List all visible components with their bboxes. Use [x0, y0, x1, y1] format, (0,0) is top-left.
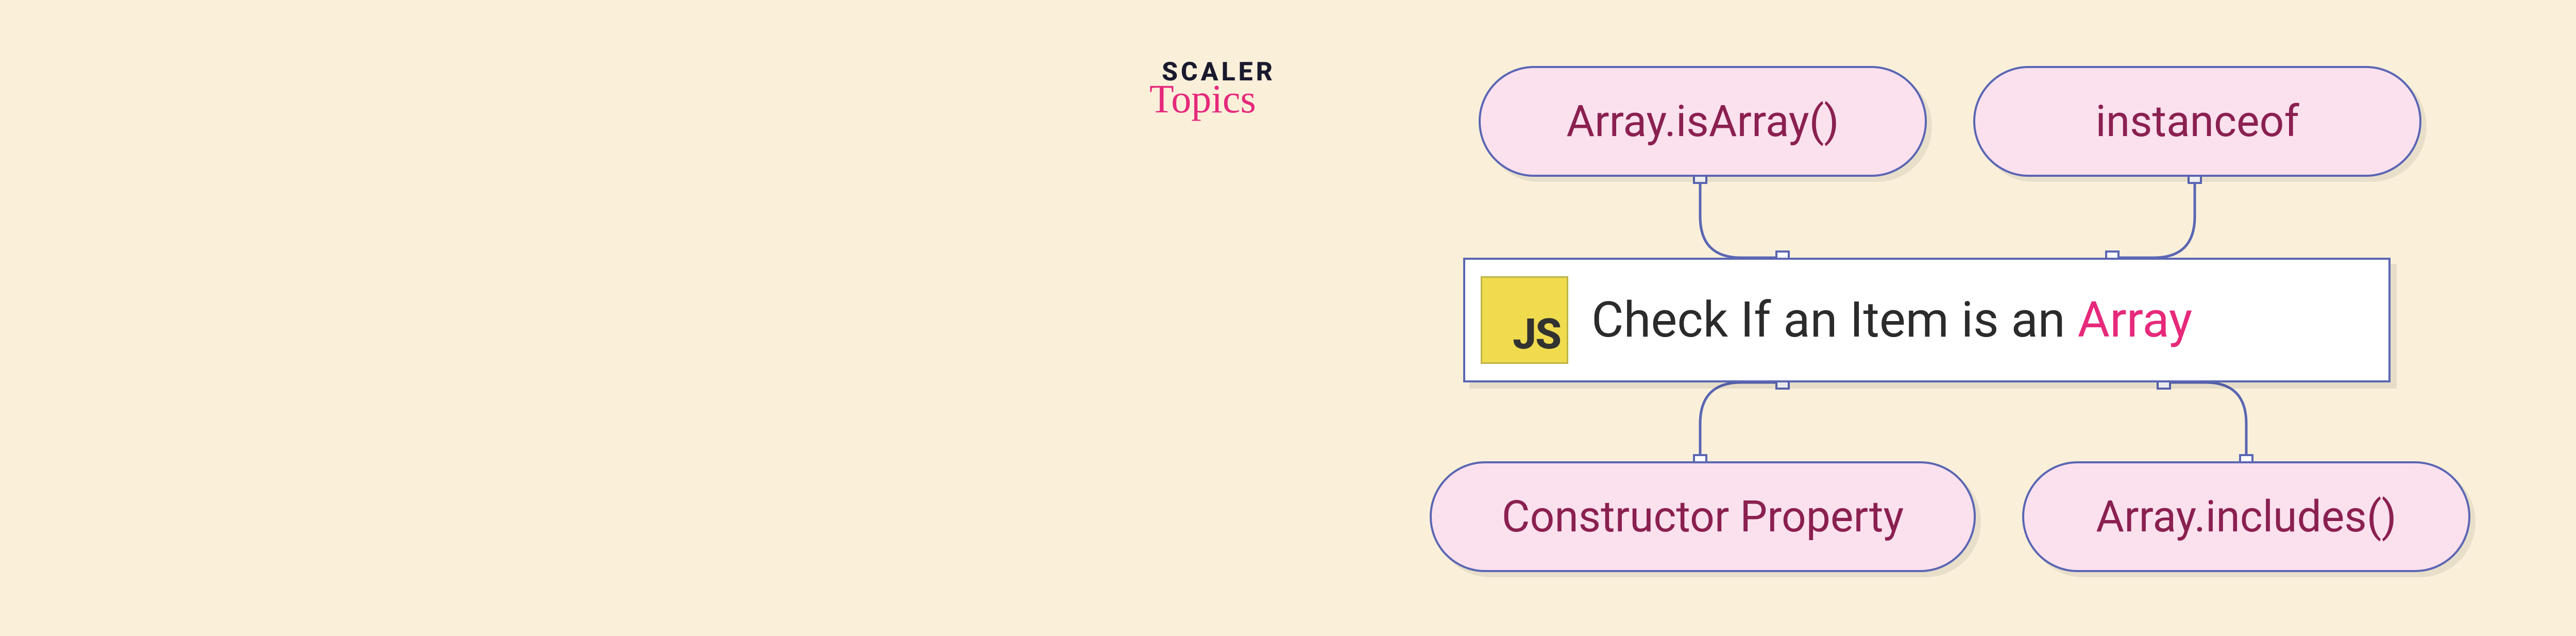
js-icon: JS: [1481, 276, 1568, 364]
diagram-canvas: SCALER Topics Array.isArray() instanceof…: [0, 0, 2576, 636]
node-label: Constructor Property: [1502, 491, 1904, 542]
node-label: instanceof: [2095, 96, 2299, 147]
central-topic: JS Check If an Item is an Array: [1463, 258, 2391, 382]
node-array-isarray: Array.isArray(): [1479, 66, 1927, 177]
central-title-highlight: Array: [2078, 291, 2193, 349]
central-title: Check If an Item is an Array: [1591, 291, 2192, 349]
node-label: Array.isArray(): [1566, 96, 1839, 147]
logo-line2: Topics: [1149, 79, 1256, 119]
node-label: Array.includes(): [2096, 491, 2396, 542]
js-badge-text: JS: [1513, 310, 1561, 359]
scaler-logo: SCALER Topics: [1162, 59, 1276, 119]
central-title-prefix: Check If an Item is an: [1591, 291, 2078, 349]
node-array-includes: Array.includes(): [2022, 461, 2470, 572]
node-constructor-property: Constructor Property: [1430, 461, 1976, 572]
node-instanceof: instanceof: [1973, 66, 2421, 177]
